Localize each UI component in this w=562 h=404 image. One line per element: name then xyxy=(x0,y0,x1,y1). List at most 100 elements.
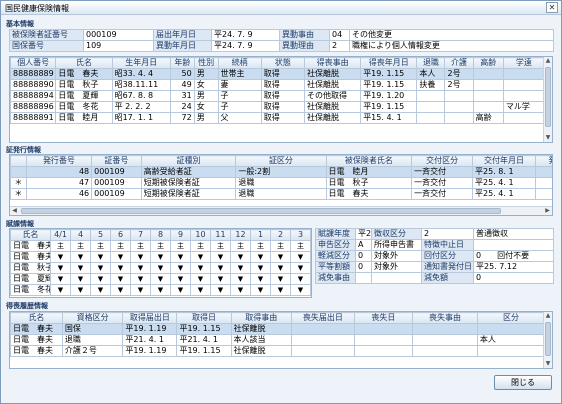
table-cell: マル学 xyxy=(502,101,546,113)
table-cell: 取得 xyxy=(260,68,305,80)
field-value: 平25. 7.12 xyxy=(473,261,554,273)
column-header[interactable]: 退職 xyxy=(416,57,446,69)
scroll-left-icon[interactable]: ◀ xyxy=(10,207,19,215)
scroll-thumb[interactable] xyxy=(545,322,551,356)
column-header[interactable]: 生年月日 xyxy=(111,57,171,69)
members-vscroll[interactable]: ▲ ▼ xyxy=(543,57,552,142)
column-header[interactable]: 区分 xyxy=(476,312,546,324)
field-label: 申告区分 xyxy=(315,239,356,251)
scroll-down-icon[interactable]: ▼ xyxy=(544,360,552,368)
table-row[interactable]: 88888889 日電 春夫 昭33. 4. 4 50 男世帯主 取得 社保離脱 平19. 1… xyxy=(10,68,546,80)
close-icon[interactable]: ✕ xyxy=(546,2,558,13)
field-value: 0 回付不要 xyxy=(473,250,554,262)
column-header[interactable]: 続柄 xyxy=(217,57,262,69)
scroll-down-icon[interactable]: ▼ xyxy=(544,134,552,142)
field-value: 平24. 7. 9 xyxy=(211,40,280,52)
table-cell: 平25. 4. 1 xyxy=(471,177,537,189)
history-vscroll[interactable]: ▲ ▼ xyxy=(543,312,552,368)
column-header[interactable]: 喪失届出日 xyxy=(291,312,355,324)
month-mark: ▼ xyxy=(70,251,91,263)
month-mark: ▼ xyxy=(150,284,171,296)
month-mark: ▼ xyxy=(70,262,91,274)
table-cell xyxy=(502,68,546,80)
table-cell xyxy=(353,334,414,346)
field-value: A xyxy=(355,239,372,251)
column-header[interactable] xyxy=(10,155,27,167)
table-row[interactable]: 日電 夏輝 ▼ ▼ ▼ ▼ ▼ ▼ ▼ ▼ ▼ ▼ ▼ ▼ ▼ xyxy=(10,273,311,285)
table-row[interactable]: 日電 冬花 ▼ ▼ ▼ ▼ ▼ ▼ ▼ ▼ ▼ ▼ ▼ ▼ ▼ xyxy=(10,284,311,296)
table-cell: 取得 xyxy=(260,90,305,102)
table-cell xyxy=(502,90,546,102)
column-header[interactable]: 証区分 xyxy=(235,155,327,167)
table-row[interactable]: 日電 春夫 国保 平19. 1.19 平19. 1.15 社保離脱 xyxy=(10,323,546,335)
cert-table: 発行番号証番号証種別証区分被保険者氏名交付区分交付年月日発48000109高齢受… xyxy=(10,155,552,200)
column-header[interactable]: 被保険者氏名 xyxy=(325,155,413,167)
table-row[interactable]: 日電 秋子 ▼ ▼ ▼ ▼ ▼ ▼ ▼ ▼ ▼ ▼ ▼ ▼ ▼ xyxy=(10,262,311,274)
column-header[interactable]: 発 xyxy=(535,155,552,167)
month-mark: 主 xyxy=(270,240,291,252)
scroll-thumb[interactable] xyxy=(21,208,501,214)
table-cell xyxy=(353,345,414,357)
table-row[interactable]: 48 000109 高齢受給者証 一般:2割 日電 睦月 一斉交付 平25. 8. 1 xyxy=(10,166,552,178)
table-row[interactable]: ＊ 46 000109 短期被保険者証 退職 日電 春夫 一斉交付 平25. 4. 1 xyxy=(10,188,552,200)
column-header[interactable]: 取得事由 xyxy=(230,312,293,324)
column-header[interactable]: 年齢 xyxy=(169,57,195,69)
table-row[interactable]: ＊ 47 000109 短期被保険者証 退職 日電 秋子 一斉交付 平25. 4. 1 xyxy=(10,177,552,189)
table-cell: 社保離脱 xyxy=(303,68,362,80)
table-row[interactable]: 日電 春夫 ▼ ▼ ▼ ▼ ▼ ▼ ▼ ▼ ▼ ▼ ▼ ▼ ▼ xyxy=(10,251,311,263)
table-row[interactable]: 日電 春夫 退職 平21. 4. 1 平21. 4. 1 本人該当 本人 xyxy=(10,334,546,346)
column-header[interactable]: 交付区分 xyxy=(411,155,473,167)
table-cell xyxy=(412,345,478,357)
column-header[interactable]: 喪失事由 xyxy=(412,312,478,324)
scroll-up-icon[interactable]: ▲ xyxy=(544,57,552,65)
table-row[interactable]: 88888894 日電 夏輝 昭67. 8. 8 31 男子取得 その他取得 平19. 1.… xyxy=(10,90,546,102)
month-mark: ▼ xyxy=(90,251,111,263)
table-cell: 47 xyxy=(25,177,93,189)
column-header[interactable]: 高齢 xyxy=(472,57,504,69)
table-row[interactable]: 日電 春夫主主主主主主主主主主主主主 xyxy=(10,240,311,252)
table-cell xyxy=(472,79,504,91)
table-row[interactable]: 88888891 日電 睦月 昭17. 1. 1 72 男父取得 社保離脱 平15. 4. … xyxy=(10,112,546,124)
column-header[interactable]: 発行番号 xyxy=(25,155,93,167)
field-label: 賦課年度 xyxy=(315,228,356,240)
column-header[interactable]: 性別 xyxy=(193,57,219,69)
column-header[interactable]: 取得日 xyxy=(176,312,232,324)
tax-info-table: 賦課年度平25徴収区分2普通徴収申告区分A所得申告書特徴中止日軽減区分0対象外回… xyxy=(315,228,554,284)
scroll-right-icon[interactable]: ▶ xyxy=(543,207,552,215)
table-cell: 平19. 1.15 xyxy=(360,68,418,80)
column-header[interactable]: 得喪年月日 xyxy=(360,57,418,69)
month-mark: ▼ xyxy=(230,262,251,274)
column-header[interactable]: 証種別 xyxy=(140,155,237,167)
scroll-thumb[interactable] xyxy=(545,67,551,127)
field-value xyxy=(473,239,554,251)
column-header[interactable]: 交付年月日 xyxy=(471,155,537,167)
month-mark: ▼ xyxy=(210,251,231,263)
column-header[interactable]: 状態 xyxy=(260,57,305,69)
column-header[interactable]: 喪失日 xyxy=(353,312,414,324)
column-header: 5 xyxy=(90,229,111,241)
column-header[interactable]: 取得届出日 xyxy=(122,312,178,324)
table-row[interactable]: 88888896 日電 冬花平 2. 2. 2 24 女子取得 社保離脱 平19. 1.1… xyxy=(10,101,546,113)
column-header[interactable]: 氏名 xyxy=(55,57,113,69)
table-cell: 昭67. 8. 8 xyxy=(111,90,171,102)
column-header[interactable]: 介護 xyxy=(444,57,474,69)
month-mark: ▼ xyxy=(250,251,271,263)
month-mark: ▼ xyxy=(170,284,191,296)
scroll-up-icon[interactable]: ▲ xyxy=(544,312,552,320)
column-header[interactable]: 証番号 xyxy=(91,155,142,167)
month-mark: 主 xyxy=(290,240,311,252)
table-cell xyxy=(291,334,355,346)
table-row[interactable]: 88888890 日電 秋子 昭38.11.11 49 女妻取得 社保離脱 平19. 1.1… xyxy=(10,79,546,91)
table-cell xyxy=(476,345,546,357)
table-row[interactable]: 日電 春夫 介護２号 平19. 1.19 平19. 1.15 社保離脱 xyxy=(10,345,546,357)
column-header[interactable]: 資格区分 xyxy=(61,312,124,324)
column-header[interactable]: 氏名 xyxy=(10,312,63,324)
column-header[interactable]: 個人番号 xyxy=(10,57,57,69)
close-button[interactable]: 閉じる xyxy=(494,375,552,390)
column-header[interactable]: 得喪事由 xyxy=(303,57,362,69)
month-mark: ▼ xyxy=(210,284,231,296)
column-header[interactable]: 学遠 xyxy=(502,57,546,69)
cert-hscroll[interactable]: ◀ ▶ xyxy=(10,206,552,215)
table-cell: 社保離脱 xyxy=(303,101,362,113)
table-cell: 日電 睦月 xyxy=(325,166,413,178)
